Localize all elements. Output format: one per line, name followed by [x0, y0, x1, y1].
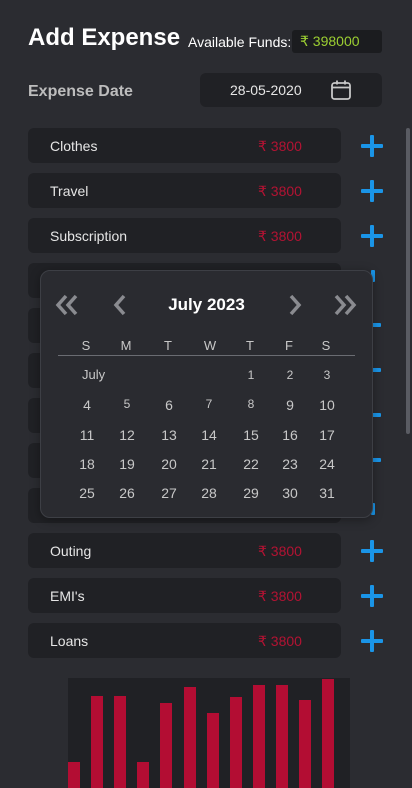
- add-emis-plus-icon[interactable]: [361, 585, 383, 607]
- calendar-day[interactable]: 9: [277, 397, 303, 413]
- calendar-day[interactable]: 2: [277, 368, 303, 382]
- calendar-month-label: July: [82, 367, 106, 382]
- chart-bar: [322, 679, 335, 788]
- weekday-header: W: [203, 338, 217, 353]
- weekday-header: M: [120, 338, 132, 353]
- double-chevron-right-icon: [334, 294, 357, 316]
- weekday-header: S: [321, 338, 331, 353]
- calendar-day[interactable]: 1: [238, 368, 264, 382]
- chart-bar: [299, 700, 311, 788]
- calendar-day[interactable]: 26: [114, 485, 140, 501]
- expense-row-clothes[interactable]: Clothes ₹ 3800: [28, 128, 341, 163]
- available-funds-label: Available Funds:: [188, 34, 292, 50]
- expense-amount: ₹ 3800: [258, 588, 302, 604]
- expense-row-emis[interactable]: EMI's ₹ 3800: [28, 578, 341, 613]
- chart-bar: [160, 703, 173, 788]
- calendar-day[interactable]: 18: [74, 456, 100, 472]
- calendar-day[interactable]: 27: [156, 485, 182, 501]
- add-clothes-plus-icon[interactable]: [361, 135, 383, 157]
- expense-label: Subscription: [50, 228, 128, 244]
- calendar-day[interactable]: 20: [156, 456, 182, 472]
- calendar-day[interactable]: 25: [74, 485, 100, 501]
- expense-date-value: 28-05-2020: [230, 82, 302, 98]
- calendar-day[interactable]: 15: [238, 427, 264, 443]
- calendar-day[interactable]: 14: [196, 427, 222, 443]
- calendar-day[interactable]: 21: [196, 456, 222, 472]
- weekday-separator: [58, 355, 355, 356]
- expense-amount: ₹ 3800: [258, 183, 302, 199]
- expense-amount: ₹ 3800: [258, 138, 302, 154]
- expense-row-loans[interactable]: Loans ₹ 3800: [28, 623, 341, 658]
- calendar-day[interactable]: 7: [196, 397, 222, 411]
- chart-bar: [252, 685, 265, 788]
- available-funds-box: ₹ 398000: [292, 30, 382, 53]
- calendar-day[interactable]: 28: [196, 485, 222, 501]
- date-picker-popup: July 2023 S M T W T F S July 1 2 3 4 5 6 7 8 9 10…: [40, 270, 373, 518]
- chart-bar: [114, 696, 127, 788]
- next-month-button[interactable]: [282, 293, 306, 317]
- calendar-day[interactable]: 30: [277, 485, 303, 501]
- calendar-day[interactable]: 13: [156, 427, 182, 443]
- available-funds-value: ₹ 398000: [300, 33, 360, 49]
- calendar-day[interactable]: 3: [314, 368, 340, 382]
- calendar-day[interactable]: 24: [314, 456, 340, 472]
- calendar-icon[interactable]: [331, 80, 351, 100]
- expense-label: Travel: [50, 183, 89, 199]
- calendar-day[interactable]: 17: [314, 427, 340, 443]
- expense-row-subscription[interactable]: Subscription ₹ 3800: [28, 218, 341, 253]
- chart-bar: [183, 687, 196, 788]
- calendar-day[interactable]: 19: [114, 456, 140, 472]
- add-loans-plus-icon[interactable]: [361, 630, 383, 652]
- calendar-day[interactable]: 22: [238, 456, 264, 472]
- weekday-header: T: [164, 338, 172, 353]
- expense-row-outing[interactable]: Outing ₹ 3800: [28, 533, 341, 568]
- expense-bar-chart: [68, 678, 350, 788]
- calendar-day[interactable]: 11: [74, 427, 100, 443]
- chart-bar: [275, 685, 288, 788]
- chart-bar: [91, 696, 104, 788]
- expense-date-field[interactable]: 28-05-2020: [200, 73, 382, 107]
- expense-label: Clothes: [50, 138, 98, 154]
- add-travel-plus-icon[interactable]: [361, 180, 383, 202]
- calendar-day[interactable]: 31: [314, 485, 340, 501]
- chart-bar: [137, 762, 150, 788]
- expense-label: Loans: [50, 633, 89, 649]
- weekday-header: T: [246, 338, 254, 353]
- add-subscription-plus-icon[interactable]: [361, 225, 383, 247]
- calendar-day[interactable]: 16: [277, 427, 303, 443]
- expense-label: EMI's: [50, 588, 85, 604]
- calendar-month-title: July 2023: [168, 295, 245, 314]
- expense-amount: ₹ 3800: [258, 633, 302, 649]
- weekday-header: F: [285, 338, 293, 353]
- chart-bar: [229, 697, 242, 788]
- chart-bar: [206, 713, 219, 788]
- chart-bar: [68, 762, 80, 788]
- calendar-day[interactable]: 29: [238, 485, 264, 501]
- expense-amount: ₹ 3800: [258, 543, 302, 559]
- add-outing-plus-icon[interactable]: [361, 540, 383, 562]
- calendar-day[interactable]: 10: [314, 397, 340, 413]
- calendar-day[interactable]: 12: [114, 427, 140, 443]
- calendar-day[interactable]: 5: [114, 397, 140, 411]
- page-title: Add Expense: [28, 24, 181, 51]
- calendar-day[interactable]: 23: [277, 456, 303, 472]
- expense-row-travel[interactable]: Travel ₹ 3800: [28, 173, 341, 208]
- chevron-right-icon: [289, 294, 302, 316]
- next-year-button[interactable]: [333, 293, 357, 317]
- weekday-header: S: [81, 338, 91, 353]
- expense-date-label: Expense Date: [28, 83, 133, 100]
- scrollbar-thumb[interactable]: [406, 128, 410, 434]
- calendar-day[interactable]: 8: [238, 397, 264, 411]
- expense-amount: ₹ 3800: [258, 228, 302, 244]
- calendar-day[interactable]: 6: [156, 397, 182, 413]
- calendar-day[interactable]: 4: [74, 397, 100, 413]
- expense-label: Outing: [50, 543, 92, 559]
